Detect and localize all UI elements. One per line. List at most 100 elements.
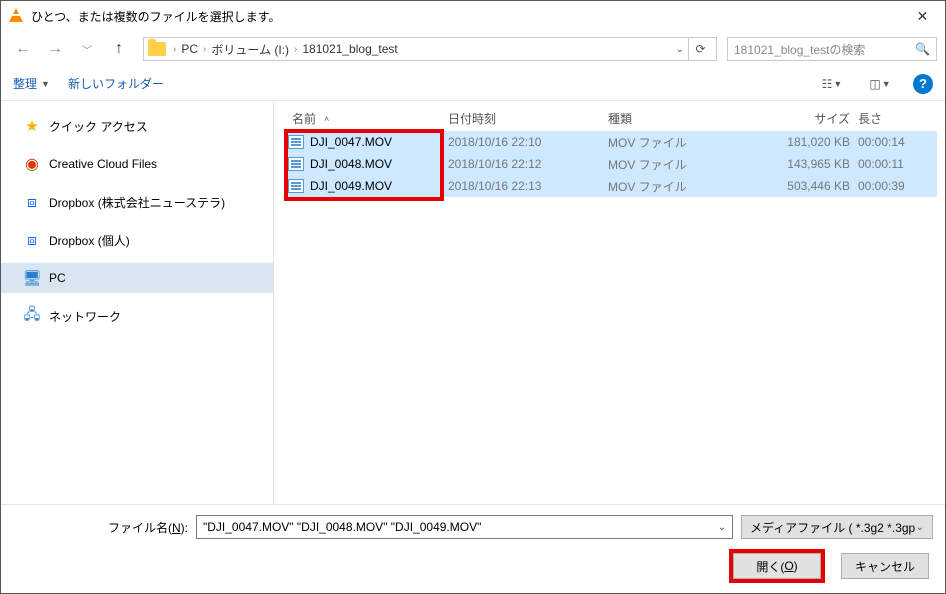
open-button-wrap: 開く(O) [729,549,825,583]
file-size: 503,446 KB [758,179,858,193]
toolbar: 整理 ▼ 新しいフォルダー ☷ ▼ ◫ ▼ ? [1,67,945,101]
star-icon: ★ [23,118,41,134]
file-length: 00:00:14 [858,135,937,149]
dropbox-icon: ⧈ [23,232,41,248]
filetype-filter[interactable]: メディアファイル ( *.3g2 *.3gp *.3gp ⌄ [741,515,933,539]
sidebar-item-pc[interactable]: 🖥 PC [1,263,273,293]
filename-label-post: ): [181,521,188,535]
sidebar: ★ クイック アクセス ◉ Creative Cloud Files ⧈ Dro… [1,101,274,504]
file-name: DJI_0047.MOV [310,135,448,149]
header-length[interactable]: 長さ [858,110,937,127]
header-name-label: 名前 [292,110,316,127]
column-headers: 名前 ˄ 日付時刻 種類 サイズ 長さ [284,107,937,131]
search-icon: 🔍 [915,42,930,56]
dropbox-icon: ⧈ [23,194,41,210]
back-button[interactable]: ← [9,35,37,63]
file-open-dialog: ひとつ、または複数のファイルを選択します。 ✕ ← → ﹀ ↑ › PC › ボ… [0,0,946,594]
preview-pane-button[interactable]: ◫ ▼ [865,72,895,96]
file-list: DJI_0047.MOV 2018/10/16 22:10 MOV ファイル 1… [284,131,937,504]
chevron-right-icon: › [200,44,209,55]
file-pane: 名前 ˄ 日付時刻 種類 サイズ 長さ DJI_0047.MOV 2018/10… [274,101,945,504]
chevron-down-icon: ▼ [882,79,891,89]
list-icon: ☷ [822,77,833,91]
forward-button[interactable]: → [41,35,69,63]
file-size: 143,965 KB [758,157,858,171]
breadcrumb-bar[interactable]: › PC › ボリューム (I:) › 181021_blog_test ⌄ ⟳ [143,37,717,61]
file-type: MOV ファイル [608,134,758,151]
filename-label-pre: ファイル名( [108,521,172,535]
file-name: DJI_0049.MOV [310,179,448,193]
sidebar-item-label: Dropbox (個人) [49,232,130,249]
filename-label: ファイル名(N): [13,519,188,536]
titlebar: ひとつ、または複数のファイルを選択します。 ✕ [1,1,945,31]
close-button[interactable]: ✕ [900,1,945,31]
file-icon [288,179,304,193]
open-button[interactable]: 開く(O) [733,553,821,579]
dialog-footer: ファイル名(N): "DJI_0047.MOV" "DJI_0048.MOV" … [1,504,945,593]
file-icon [288,135,304,149]
chevron-down-icon: ⌄ [916,522,924,533]
new-folder-button[interactable]: 新しいフォルダー [68,75,164,92]
filename-value: "DJI_0047.MOV" "DJI_0048.MOV" "DJI_0049.… [203,520,481,534]
organize-label: 整理 [13,75,37,92]
search-input[interactable]: 181021_blog_testの検索 🔍 [727,37,937,61]
file-size: 181,020 KB [758,135,858,149]
chevron-down-icon: ▼ [833,79,842,89]
help-button[interactable]: ? [913,74,933,94]
search-placeholder: 181021_blog_testの検索 [734,41,915,58]
pc-icon: 🖥 [23,270,41,286]
file-date: 2018/10/16 22:10 [448,135,608,149]
sidebar-item-creative-cloud[interactable]: ◉ Creative Cloud Files [1,149,273,179]
sidebar-item-network[interactable]: 🖧 ネットワーク [1,301,273,331]
filename-label-key: N [172,521,181,535]
window-title: ひとつ、または複数のファイルを選択します。 [31,8,900,25]
sidebar-item-label: Creative Cloud Files [49,157,157,171]
file-type: MOV ファイル [608,156,758,173]
file-row[interactable]: DJI_0048.MOV 2018/10/16 22:12 MOV ファイル 1… [284,153,937,175]
new-folder-label: 新しいフォルダー [68,75,164,92]
panel-icon: ◫ [869,77,880,91]
breadcrumb-segment[interactable]: PC [179,42,200,56]
file-type: MOV ファイル [608,178,758,195]
breadcrumb-segment[interactable]: 181021_blog_test [300,42,399,56]
up-button[interactable]: ↑ [105,35,133,63]
file-icon [288,157,304,171]
file-row[interactable]: DJI_0047.MOV 2018/10/16 22:10 MOV ファイル 1… [284,131,937,153]
file-length: 00:00:39 [858,179,937,193]
chevron-down-icon[interactable]: ⌄ [672,44,688,55]
sidebar-item-label: Dropbox (株式会社ニューステラ) [49,194,225,211]
filename-input[interactable]: "DJI_0047.MOV" "DJI_0048.MOV" "DJI_0049.… [196,515,733,539]
sidebar-item-label: ネットワーク [49,308,121,325]
organize-menu[interactable]: 整理 ▼ [13,75,50,92]
folder-icon [148,42,166,56]
file-date: 2018/10/16 22:13 [448,179,608,193]
main-area: ★ クイック アクセス ◉ Creative Cloud Files ⧈ Dro… [1,101,945,504]
breadcrumb-segment[interactable]: ボリューム (I:) [209,41,291,58]
header-type[interactable]: 種類 [608,110,758,127]
chevron-down-icon[interactable]: ⌄ [718,522,726,533]
header-size[interactable]: サイズ [758,110,858,127]
header-date[interactable]: 日付時刻 [448,110,608,127]
sidebar-item-dropbox-personal[interactable]: ⧈ Dropbox (個人) [1,225,273,255]
open-key: O [784,559,793,573]
sidebar-item-label: PC [49,271,66,285]
file-row[interactable]: DJI_0049.MOV 2018/10/16 22:13 MOV ファイル 5… [284,175,937,197]
file-date: 2018/10/16 22:12 [448,157,608,171]
sort-asc-icon: ˄ [324,114,329,124]
view-mode-button[interactable]: ☷ ▼ [817,72,847,96]
sidebar-item-label: クイック アクセス [49,118,148,135]
refresh-button[interactable]: ⟳ [688,37,712,61]
file-length: 00:00:11 [858,157,937,171]
file-name: DJI_0048.MOV [310,157,448,171]
network-icon: 🖧 [23,308,41,324]
nav-row: ← → ﹀ ↑ › PC › ボリューム (I:) › 181021_blog_… [1,31,945,67]
creative-cloud-icon: ◉ [23,156,41,172]
sidebar-item-dropbox-work[interactable]: ⧈ Dropbox (株式会社ニューステラ) [1,187,273,217]
recent-dropdown[interactable]: ﹀ [73,35,101,63]
open-pre: 開く( [756,558,784,575]
sidebar-item-quick-access[interactable]: ★ クイック アクセス [1,111,273,141]
chevron-right-icon: › [291,44,300,55]
header-name[interactable]: 名前 ˄ [288,110,448,127]
chevron-right-icon: › [170,44,179,55]
cancel-button[interactable]: キャンセル [841,553,929,579]
